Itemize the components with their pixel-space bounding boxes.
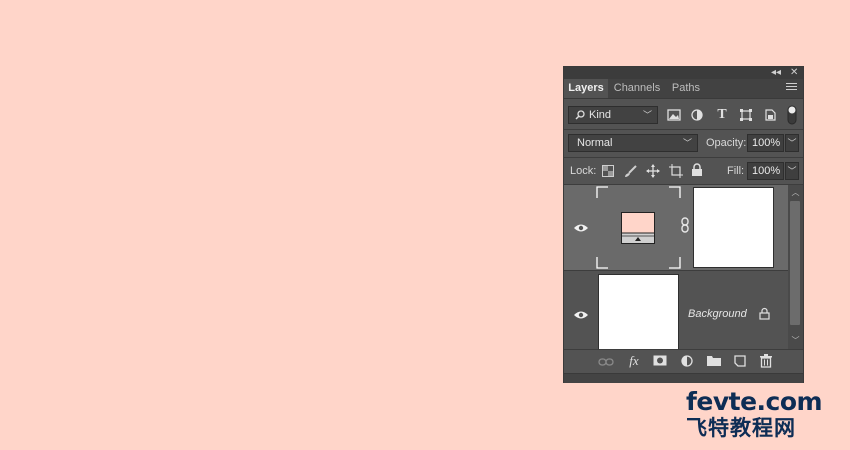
fx-icon[interactable]: fx: [626, 354, 642, 368]
layer-row-adjustment[interactable]: [564, 185, 788, 270]
panel-menu-icon[interactable]: [786, 83, 797, 92]
layers-bottom-toolbar: fx: [564, 349, 803, 374]
blend-row: Normal ﹀ Opacity: 100% ﹀: [564, 130, 803, 157]
new-group-icon[interactable]: [707, 355, 723, 369]
lock-transparent-pixels-icon[interactable]: [602, 165, 618, 177]
adjustment-thumbnail[interactable]: [596, 186, 681, 269]
lock-label: Lock:: [570, 165, 597, 177]
lock-artboard-icon[interactable]: [669, 164, 685, 178]
shape-filter-icon[interactable]: [740, 109, 756, 121]
adjustment-filter-icon[interactable]: [691, 109, 707, 121]
image-filter-icon[interactable]: [667, 109, 683, 121]
watermark-logo: fevte.com 飞特教程网: [686, 387, 846, 441]
tab-layers[interactable]: Layers: [564, 79, 608, 98]
mask-link-chain-icon[interactable]: [680, 217, 690, 233]
filter-kind-dropdown[interactable]: Kind ﹀: [568, 106, 658, 124]
layers-panel: ◂◂ ✕ Layers Channels Paths Kind ﹀ T Norm…: [563, 66, 804, 383]
smart-object-filter-icon[interactable]: [764, 109, 780, 121]
close-panel-button[interactable]: ✕: [790, 67, 798, 79]
fill-dropdown-arrow[interactable]: ﹀: [785, 162, 799, 180]
lock-position-icon[interactable]: [646, 164, 662, 178]
lock-all-icon[interactable]: [691, 163, 707, 177]
eye-visibility-icon[interactable]: [573, 222, 589, 234]
new-fill-adjustment-icon[interactable]: [681, 355, 697, 369]
chevron-down-icon: ﹀: [682, 138, 692, 148]
background-layer-thumbnail[interactable]: [598, 274, 679, 350]
blend-mode-dropdown[interactable]: Normal ﹀: [568, 134, 698, 152]
blend-mode-value: Normal: [577, 137, 613, 149]
opacity-input[interactable]: 100%: [747, 134, 784, 152]
tab-paths[interactable]: Paths: [668, 79, 704, 98]
scroll-up-arrow-icon[interactable]: ︿: [788, 187, 803, 198]
tab-channels[interactable]: Channels: [610, 79, 664, 98]
collapse-panel-button[interactable]: ◂◂: [771, 67, 781, 79]
type-filter-icon[interactable]: T: [714, 108, 730, 122]
layer-locked-icon: [759, 307, 770, 320]
filter-kind-label: Kind: [589, 109, 612, 121]
fill-label: Fill:: [727, 165, 745, 177]
filter-toggle-icon[interactable]: [787, 105, 803, 125]
fill-input[interactable]: 100%: [747, 162, 784, 180]
solid-color-fill-icon: [621, 212, 655, 244]
opacity-label: Opacity:: [706, 137, 747, 149]
panel-tabs: Layers Channels Paths: [564, 79, 803, 99]
eye-visibility-icon[interactable]: [573, 309, 589, 321]
layer-row-background[interactable]: Background: [564, 271, 788, 350]
watermark-line2: 飞特教程网: [686, 416, 796, 440]
watermark-line1: fevte.com: [686, 387, 823, 416]
filter-row: Kind ﹀ T: [564, 100, 803, 130]
layers-scrollbar[interactable]: ︿ ﹀: [788, 185, 803, 349]
link-layers-icon[interactable]: [598, 357, 614, 371]
scrollbar-thumb[interactable]: [790, 201, 800, 325]
panel-titlebar: ◂◂ ✕: [564, 67, 803, 79]
add-mask-icon[interactable]: [653, 355, 669, 369]
layer-name-background[interactable]: Background: [688, 308, 747, 320]
chevron-down-icon: ﹀: [642, 110, 652, 120]
panel-resize-grip[interactable]: [564, 373, 803, 383]
lock-image-pixels-icon[interactable]: [624, 165, 640, 178]
lock-row: Lock: Fill: 100% ﹀: [564, 158, 803, 185]
new-layer-icon[interactable]: [734, 355, 750, 369]
opacity-dropdown-arrow[interactable]: ﹀: [785, 134, 799, 152]
scroll-down-arrow-icon[interactable]: ﹀: [788, 335, 803, 346]
layer-mask-thumbnail[interactable]: [693, 187, 774, 268]
search-icon: [575, 110, 585, 120]
delete-layer-icon[interactable]: [760, 354, 776, 368]
